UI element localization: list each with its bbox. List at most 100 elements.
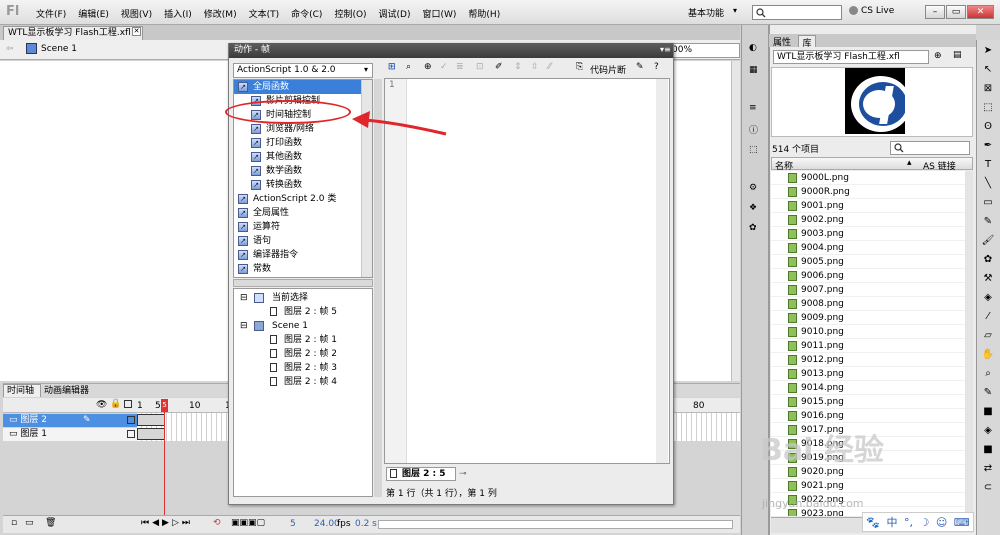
- toolbox-item[interactable]: ↗ 编译器指令: [234, 248, 372, 262]
- auto-format-icon[interactable]: ≣: [456, 62, 464, 72]
- library-item[interactable]: 9007.png: [771, 283, 965, 297]
- script-tab[interactable]: 图层 2 : 5: [386, 467, 456, 481]
- ime-moon-icon[interactable]: ☽: [919, 516, 929, 529]
- editor-scrollbar[interactable]: [656, 79, 668, 463]
- new-folder-icon[interactable]: ▭: [25, 518, 34, 528]
- comment-icon[interactable]: ⁄⁄: [548, 62, 551, 72]
- menu-item[interactable]: 修改(M): [204, 7, 237, 20]
- fill-color-icon[interactable]: ◈: [979, 422, 997, 440]
- subselect-tool-icon[interactable]: ↖: [979, 61, 997, 79]
- menu-item[interactable]: 文本(T): [249, 7, 280, 20]
- keyframes-layer-1[interactable]: [137, 428, 165, 440]
- tab-properties[interactable]: 属性: [773, 35, 791, 48]
- library-item[interactable]: 9011.png: [771, 339, 965, 353]
- library-item[interactable]: 9008.png: [771, 297, 965, 311]
- add-statement-icon[interactable]: ⊞: [388, 62, 396, 72]
- outline-icon[interactable]: [124, 400, 132, 408]
- components-icon[interactable]: ❖: [749, 203, 757, 213]
- sort-arrow-icon[interactable]: ▴: [907, 158, 912, 168]
- library-file-select[interactable]: WTL显示板学习 Flash工程.xfl: [773, 50, 929, 64]
- toolbox-item[interactable]: ↗ 其他函数: [234, 150, 372, 164]
- library-item[interactable]: 9013.png: [771, 367, 965, 381]
- close-button[interactable]: ✕: [967, 5, 994, 19]
- actions-panel-title[interactable]: 动作 - 帧: [229, 43, 673, 58]
- script-assist-icon[interactable]: ✎: [636, 62, 644, 72]
- color-icon[interactable]: ◐: [749, 43, 757, 53]
- keyframes-layer-2[interactable]: [137, 414, 165, 426]
- library-item[interactable]: 9000L.png: [771, 171, 965, 185]
- help-search-input[interactable]: [752, 5, 842, 20]
- library-item[interactable]: 9010.png: [771, 325, 965, 339]
- align-icon[interactable]: ≡: [749, 103, 757, 113]
- behaviors-icon[interactable]: ✿: [749, 223, 757, 233]
- ime-user-icon[interactable]: ☺: [936, 516, 947, 529]
- code-snippets-icon[interactable]: ⎘: [576, 62, 583, 72]
- pin-icon[interactable]: ⊕: [934, 51, 942, 61]
- menu-item[interactable]: 控制(O): [334, 7, 366, 20]
- fill-swatch-icon[interactable]: ■: [979, 441, 997, 459]
- ime-mode[interactable]: 中: [886, 514, 897, 530]
- delete-icon[interactable]: 🗑: [45, 518, 56, 528]
- pin-script-icon[interactable]: ⊸: [459, 469, 467, 479]
- brush-tool-icon[interactable]: 🖌: [979, 232, 997, 250]
- layer-color-swatch[interactable]: [127, 416, 135, 424]
- check-syntax-icon[interactable]: ✓: [440, 62, 448, 72]
- layer-name[interactable]: 图层 1: [20, 429, 47, 439]
- line-tool-icon[interactable]: ╲: [979, 175, 997, 193]
- new-layer-icon[interactable]: ▫: [11, 518, 17, 528]
- library-search-input[interactable]: [890, 141, 970, 155]
- ime-punct-icon[interactable]: °,: [904, 516, 913, 529]
- library-item[interactable]: 9002.png: [771, 213, 965, 227]
- swap-colors-icon[interactable]: ⇄: [979, 460, 997, 478]
- toolbox-item[interactable]: ↗ 常数: [234, 262, 372, 276]
- target-path-icon[interactable]: ⊕: [424, 62, 432, 72]
- library-item[interactable]: 9016.png: [771, 409, 965, 423]
- new-library-icon[interactable]: ▤: [953, 50, 962, 60]
- expand-icon[interactable]: ⇳: [531, 62, 539, 72]
- lock-icon[interactable]: 🔒: [110, 399, 121, 409]
- library-item[interactable]: 9003.png: [771, 227, 965, 241]
- playhead[interactable]: 5: [161, 399, 168, 412]
- debug-options-icon[interactable]: ✐: [495, 62, 503, 72]
- toolbox-item[interactable]: ↗ 全局函数: [234, 80, 372, 94]
- menu-item[interactable]: 文件(F): [36, 7, 66, 20]
- ime-toolbar[interactable]: 🐾 中 °, ☽ ☺ ⌨: [862, 512, 974, 532]
- paint-bucket-tool-icon[interactable]: ◈: [979, 289, 997, 307]
- library-item[interactable]: 9004.png: [771, 241, 965, 255]
- snap-icon[interactable]: ⊂: [979, 479, 997, 497]
- code-hint-icon[interactable]: ⊡: [476, 62, 484, 72]
- back-arrow-icon[interactable]: ⇦: [6, 44, 14, 54]
- chevron-down-icon[interactable]: ▾: [733, 6, 737, 15]
- workspace-switcher[interactable]: 基本功能: [688, 6, 724, 19]
- layer-color-swatch[interactable]: [127, 430, 135, 438]
- hand-tool-icon[interactable]: ✋: [979, 346, 997, 364]
- toolbox-item[interactable]: ↗ 语句: [234, 234, 372, 248]
- free-transform-tool-icon[interactable]: ⊠: [979, 80, 997, 98]
- edit-markers-icon[interactable]: ▣▣▣▢: [231, 518, 265, 528]
- pen-tool-icon[interactable]: ✒: [979, 137, 997, 155]
- info-icon[interactable]: ⓘ: [749, 123, 758, 136]
- collapse-icon[interactable]: ⊟: [240, 291, 248, 305]
- toolbox-item[interactable]: ↗ ActionScript 2.0 类: [234, 192, 372, 206]
- collapse-icon[interactable]: ⇕: [514, 62, 522, 72]
- navigator-item[interactable]: 图层 2 : 帧 3: [234, 361, 372, 375]
- minimize-button[interactable]: –: [925, 5, 945, 19]
- code-snippets-label[interactable]: 代码片断: [590, 63, 626, 76]
- swatches-icon[interactable]: ▦: [749, 65, 758, 75]
- gradient-tool-icon[interactable]: ⬚: [979, 99, 997, 117]
- library-item[interactable]: 9005.png: [771, 255, 965, 269]
- maximize-button[interactable]: ▭: [946, 5, 966, 19]
- toolbox-splitter[interactable]: [233, 279, 373, 287]
- library-item[interactable]: 9012.png: [771, 353, 965, 367]
- lasso-tool-icon[interactable]: ʘ: [979, 118, 997, 136]
- menu-item[interactable]: 命令(C): [291, 7, 322, 20]
- library-item[interactable]: 9021.png: [771, 479, 965, 493]
- stroke-swatch-icon[interactable]: ■: [979, 403, 997, 421]
- menu-item[interactable]: 调试(D): [379, 7, 411, 20]
- panel-menu-icon[interactable]: ▾≡: [660, 45, 671, 54]
- navigator-item[interactable]: ⊟ 当前选择: [234, 291, 372, 305]
- menu-item[interactable]: 编辑(E): [78, 7, 109, 20]
- toolbox-item[interactable]: ↗ 打印函数: [234, 136, 372, 150]
- library-item[interactable]: 9009.png: [771, 311, 965, 325]
- ime-paw-icon[interactable]: 🐾: [866, 516, 880, 529]
